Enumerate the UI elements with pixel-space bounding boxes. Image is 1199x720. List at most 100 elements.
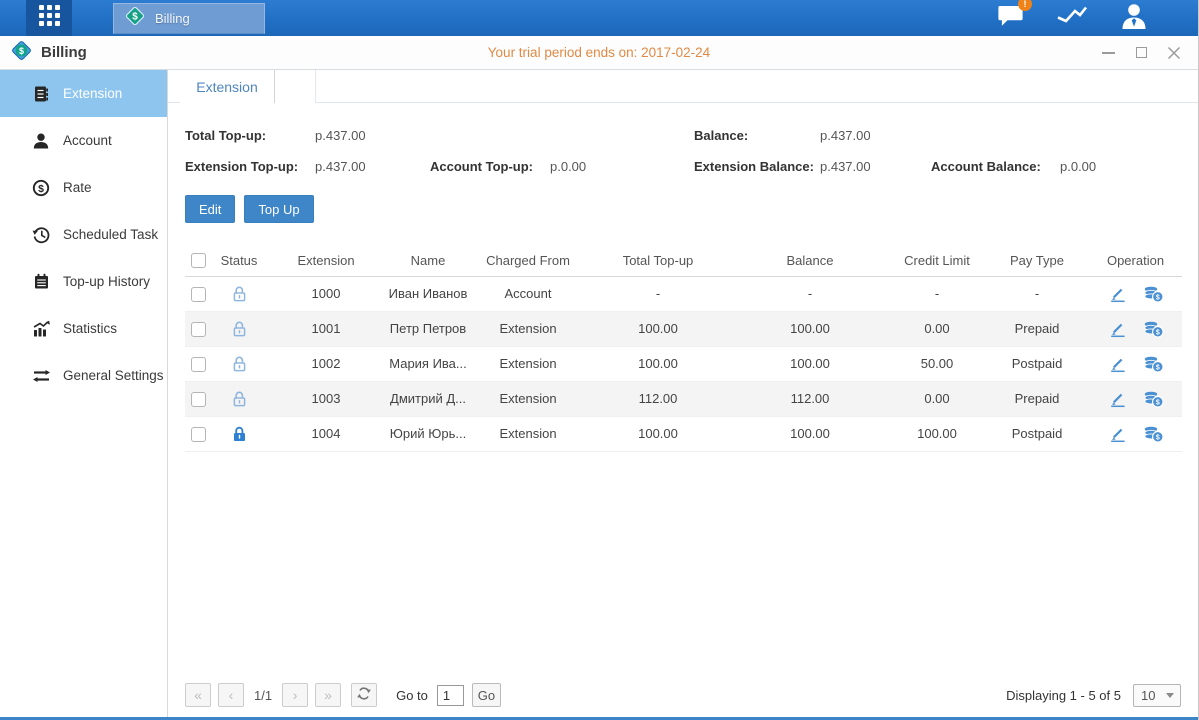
top-up-row-icon[interactable]: $ [1143, 390, 1164, 408]
edit-row-icon[interactable] [1108, 285, 1128, 303]
table-row: 1001 Петр Петров Extension 100.00 100.00… [185, 311, 1182, 346]
extension-icon [30, 85, 52, 103]
top-up-row-icon[interactable]: $ [1143, 355, 1164, 373]
edit-button[interactable]: Edit [185, 195, 235, 223]
edit-row-icon[interactable] [1108, 320, 1128, 338]
row-checkbox[interactable] [191, 287, 206, 302]
svg-text:$: $ [1155, 434, 1159, 441]
sidebar-item-statistics[interactable]: Statistics [0, 305, 167, 352]
total-topup-label: Total Top-up: [185, 128, 315, 143]
svg-text:$: $ [19, 45, 24, 55]
edit-row-icon[interactable] [1108, 425, 1128, 443]
user-account-button[interactable] [1120, 3, 1148, 34]
sidebar-item-label: Extension [63, 86, 122, 101]
messages-button[interactable]: ! [997, 4, 1024, 32]
prev-page-button[interactable]: ‹ [218, 683, 244, 707]
cell-balance: 100.00 [731, 346, 889, 381]
account-balance-value: p.0.00 [1060, 159, 1198, 174]
next-page-button[interactable]: › [282, 683, 308, 707]
topbar-billing-tab[interactable]: $ Billing [113, 3, 265, 34]
page-size-dropdown[interactable]: 10 [1133, 684, 1181, 707]
sidebar-item-general-settings[interactable]: General Settings [0, 352, 167, 399]
sidebar-item-extension[interactable]: Extension [0, 70, 167, 117]
balance-summary: Total Top-up: p.437.00 Balance: p.437.00… [168, 103, 1198, 182]
main-panel: Extension Total Top-up: p.437.00 Balance… [168, 70, 1198, 717]
cell-total-topup: 100.00 [585, 311, 731, 346]
lock-open-icon[interactable] [231, 320, 248, 338]
edit-row-icon[interactable] [1108, 355, 1128, 373]
tab-extension[interactable]: Extension [180, 70, 275, 103]
maximize-button[interactable] [1133, 45, 1149, 61]
cell-credit-limit: 50.00 [889, 346, 985, 381]
top-up-row-icon[interactable]: $ [1143, 285, 1164, 303]
col-total-topup: Total Top-up [585, 245, 731, 276]
col-credit-limit: Credit Limit [889, 245, 985, 276]
lock-closed-icon[interactable] [231, 425, 248, 443]
first-page-button[interactable]: « [185, 683, 211, 707]
top-up-row-icon[interactable]: $ [1143, 425, 1164, 443]
tab-strip: Extension [168, 70, 1198, 103]
balance-value: p.437.00 [820, 128, 931, 143]
sidebar-item-label: Scheduled Task [63, 227, 158, 242]
sidebar-item-topup-history[interactable]: Top-up History [0, 258, 167, 305]
svg-text:$: $ [1155, 364, 1159, 371]
cell-charged-from: Extension [471, 381, 585, 416]
lock-open-icon[interactable] [231, 355, 248, 373]
billing-diamond-icon: $ [124, 5, 146, 32]
refresh-icon [356, 686, 372, 704]
cell-pay-type: Postpaid [985, 416, 1089, 451]
extension-topup-value: p.437.00 [315, 159, 430, 174]
cell-charged-from: Account [471, 276, 585, 311]
minimize-button[interactable] [1100, 45, 1116, 61]
sidebar: Extension Account $ Rate [0, 70, 168, 717]
top-up-row-icon[interactable]: $ [1143, 320, 1164, 338]
page-title: Billing [41, 44, 87, 61]
topbar-billing-tab-label: Billing [155, 11, 190, 26]
extension-balance-value: p.437.00 [820, 159, 931, 174]
go-button[interactable]: Go [472, 683, 501, 707]
row-checkbox[interactable] [191, 427, 206, 442]
table-row: 1000 Иван Иванов Account - - - - [185, 276, 1182, 311]
line-chart-icon [1056, 4, 1088, 32]
lock-open-icon[interactable] [231, 285, 248, 303]
sidebar-item-label: General Settings [63, 368, 164, 383]
select-all-checkbox[interactable] [191, 253, 206, 268]
cell-total-topup: 112.00 [585, 381, 731, 416]
lock-open-icon[interactable] [231, 390, 248, 408]
goto-page-input[interactable] [437, 685, 464, 706]
cell-balance: 112.00 [731, 381, 889, 416]
col-charged-from: Charged From [471, 245, 585, 276]
statistics-topbar-button[interactable] [1056, 4, 1088, 32]
extensions-table: Status Extension Name Charged From Total… [185, 245, 1182, 452]
cell-extension: 1004 [267, 416, 385, 451]
cell-credit-limit: 100.00 [889, 416, 985, 451]
row-checkbox[interactable] [191, 357, 206, 372]
row-checkbox[interactable] [191, 392, 206, 407]
last-page-button[interactable]: » [315, 683, 341, 707]
col-operation: Operation [1089, 245, 1182, 276]
top-up-button[interactable]: Top Up [244, 195, 313, 223]
edit-row-icon[interactable] [1108, 390, 1128, 408]
page-indicator: 1/1 [254, 688, 272, 703]
app-grid-button[interactable] [26, 0, 72, 36]
displaying-info: Displaying 1 - 5 of 5 [1006, 688, 1121, 703]
goto-label: Go to [396, 688, 428, 703]
col-pay-type: Pay Type [985, 245, 1089, 276]
scheduled-task-icon [30, 226, 52, 244]
svg-text:$: $ [1155, 294, 1159, 301]
billing-window: $ Billing ! [0, 0, 1199, 720]
col-extension: Extension [267, 245, 385, 276]
general-settings-icon [30, 369, 52, 383]
refresh-button[interactable] [351, 683, 377, 707]
cell-pay-type: Prepaid [985, 381, 1089, 416]
svg-text:$: $ [38, 183, 44, 195]
close-button[interactable] [1166, 45, 1182, 61]
sidebar-item-label: Account [63, 133, 112, 148]
trial-notice: Your trial period ends on: 2017-02-24 [0, 45, 1198, 60]
cell-credit-limit: 0.00 [889, 311, 985, 346]
sidebar-item-account[interactable]: Account [0, 117, 167, 164]
sidebar-item-rate[interactable]: $ Rate [0, 164, 167, 211]
row-checkbox[interactable] [191, 322, 206, 337]
cell-name: Иван Иванов [385, 276, 471, 311]
sidebar-item-scheduled-task[interactable]: Scheduled Task [0, 211, 167, 258]
